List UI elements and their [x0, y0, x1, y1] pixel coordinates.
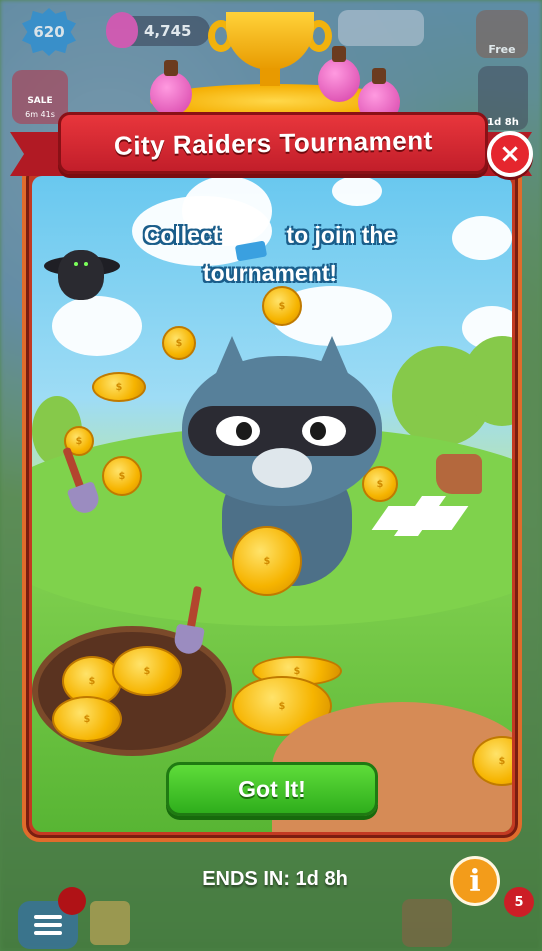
title-banner: City Raiders Tournament: [58, 112, 488, 174]
notification-badge: 5: [504, 887, 534, 917]
boot-prop: [436, 454, 482, 494]
potion-icon: [106, 12, 138, 48]
prompt-part3: tournament!: [202, 260, 338, 286]
potion-icon: [150, 60, 192, 116]
join-prompt: Collect to join the tournament!: [90, 216, 450, 292]
modal-title: City Raiders Tournament: [113, 124, 433, 161]
got-it-button[interactable]: Got It!: [166, 762, 378, 816]
ends-in-timer: ENDS IN: 1d 8h: [202, 868, 348, 890]
close-icon: ×: [499, 139, 521, 169]
gem-counter[interactable]: [338, 10, 424, 46]
level-badge[interactable]: 620: [22, 8, 76, 56]
free-label: Free: [488, 43, 516, 56]
bottom-bar: 5: [0, 887, 542, 951]
raccoon-character: [182, 336, 382, 606]
cards-button[interactable]: [90, 901, 130, 945]
potion-value: 4,745: [144, 22, 192, 40]
potion-counter[interactable]: 4,745: [106, 12, 210, 48]
got-it-label: Got It!: [238, 775, 306, 802]
level-value: 620: [33, 23, 65, 41]
sale-label: SALE: [27, 96, 53, 106]
free-chest-button[interactable]: Free: [476, 10, 528, 58]
trophy-icon: [208, 12, 332, 96]
close-button[interactable]: ×: [487, 131, 533, 177]
prompt-part2: to join the: [286, 222, 397, 248]
inventory-button[interactable]: [402, 899, 452, 947]
notification-dot: [58, 887, 86, 915]
prompt-part1: Collect: [143, 222, 221, 248]
